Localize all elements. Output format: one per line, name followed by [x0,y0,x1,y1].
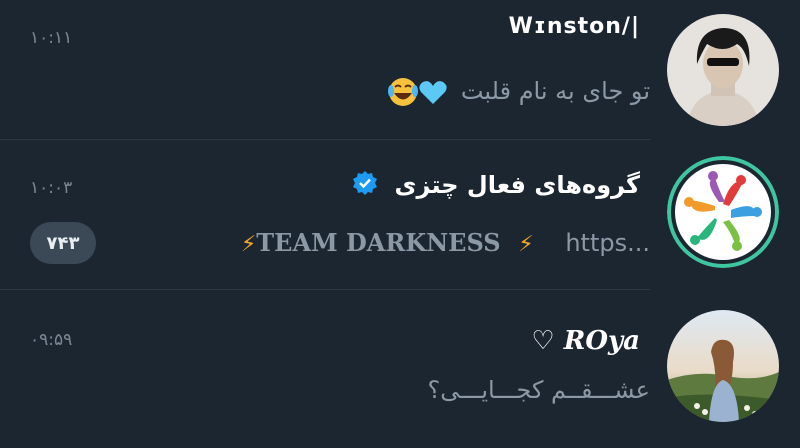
chat-message: ⚡TEAM DARKNESS ⚡ https... [240,228,650,257]
chat-row-roya[interactable]: ۰۹:۵۹ ♡ 𝑹𝑶𝒚𝒂 عشـــقــم کجـــایـــی؟ [0,290,800,448]
chat-name: Wɪnston/| [508,14,640,39]
verified-badge-icon [352,170,378,202]
chat-time: ۱۰:۱۱ [30,28,73,48]
lightning-icon: ⚡ [518,232,534,257]
chat-name: گروه‌های فعال چتزی [352,170,640,202]
avatar[interactable] [667,310,779,422]
chat-row-chatzy-groups[interactable]: ۱۰:۰۳ گروه‌های فعال چتزی ⚡TEAM DARKNESS … [0,140,800,290]
unread-count-badge: ۷۴۳ [30,222,96,264]
avatar[interactable] [667,14,779,126]
lightning-icon: ⚡ [240,232,257,257]
chat-time: ۰۹:۵۹ [30,330,73,350]
chat-time: ۱۰:۰۳ [30,178,73,198]
chat-row-winston[interactable]: ۱۰:۱۱ Wɪnston/| تو جای به نام قلبت [0,0,800,140]
chat-message: عشـــقــم کجـــایـــی؟ [427,376,650,404]
chat-name: ♡ 𝑹𝑶𝒚𝒂 [531,326,640,356]
avatar[interactable] [667,156,779,268]
chat-message: تو جای به نام قلبت [387,76,650,108]
heart-laugh-emoji [387,76,449,108]
